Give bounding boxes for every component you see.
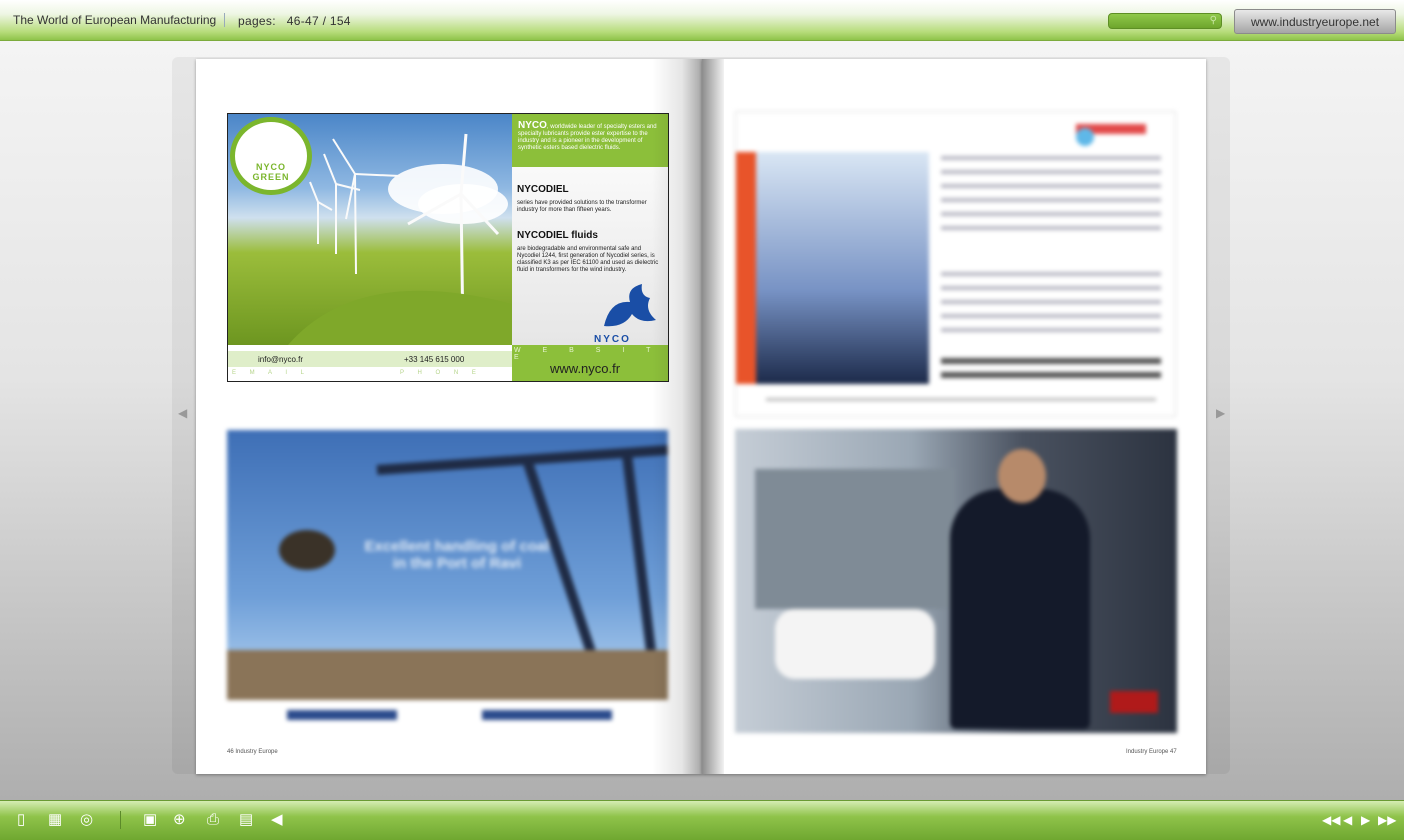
nyco-text-panel: NYCO, worldwide leader of specialty este… — [512, 114, 668, 345]
pages-label: pages: — [238, 14, 276, 28]
nyco-intro-box: NYCO, worldwide leader of specialty este… — [512, 114, 668, 167]
publication-title: The World of European Manufacturing — [13, 13, 217, 27]
bottom-toolbar: ▯ ▦ ◎ ▣ ⊕ ⎙ ▤ ◀ ◀◀ ◀ ▶ ▶▶ — [0, 800, 1404, 840]
crane-illustration — [227, 445, 668, 702]
search-icon[interactable]: ⚲ — [1210, 15, 1217, 26]
toolbar-divider — [120, 811, 121, 829]
last-page-icon[interactable]: ▶▶ — [1378, 811, 1396, 829]
left-spine-shadow — [652, 59, 702, 774]
nycodiel-fluids-text: are biodegradable and environmental safe… — [517, 246, 659, 273]
nyco-website-strip: W E B S I T E www.nyco.fr — [512, 345, 668, 381]
nyco-brand-text: NYCO — [594, 334, 631, 345]
previous-page-icon[interactable]: ◀ — [1343, 811, 1352, 829]
phone-label: P H O N E — [400, 370, 482, 376]
nycodiel-heading: NYCODIEL — [517, 184, 569, 195]
sound-icon[interactable]: ◀ — [271, 811, 283, 829]
website-label: W E B S I T E — [514, 347, 661, 361]
title-divider — [224, 13, 225, 27]
intro-brand: NYCO — [518, 120, 547, 131]
crane-advertisement[interactable]: Excellent handling of coal in the Port o… — [227, 430, 668, 733]
page-indicator: pages: 46-47 / 154 — [238, 14, 351, 28]
logo-text-nyco: NYCO — [255, 162, 286, 172]
top-bar: The World of European Manufacturing page… — [0, 0, 1404, 41]
previous-page-arrow-icon[interactable]: ◀ — [178, 406, 187, 420]
website-button[interactable]: www.industryeurope.net — [1234, 9, 1396, 34]
wind-farm-photo: NYCO GREEN — [228, 114, 512, 345]
pages-value: 46-47 / 154 — [286, 14, 351, 28]
nyco-contact-strip: info@nyco.fr +33 145 615 000 E M A I L P… — [228, 345, 512, 381]
email-label: E M A I L — [232, 370, 311, 376]
zoom-icon[interactable]: ⊕ — [173, 811, 186, 829]
next-page-icon[interactable]: ▶ — [1361, 811, 1370, 829]
logo-text-green: GREEN — [252, 172, 290, 182]
crane-ad-footer — [227, 700, 668, 733]
right-folio: Industry Europe 47 — [1126, 749, 1177, 755]
save-icon[interactable]: ▤ — [239, 811, 253, 829]
nycodiel-text: series have provided solutions to the tr… — [517, 200, 647, 213]
nyco-phone: +33 145 615 000 — [404, 355, 465, 364]
right-spine-shadow — [702, 59, 724, 774]
industrial-cleaning-advertisement[interactable] — [735, 111, 1176, 417]
security-worker-advertisement[interactable] — [735, 429, 1177, 733]
nyco-green-logo: NYCO GREEN — [230, 117, 312, 195]
crane-ad-slogan: Excellent handling of coal in the Port o… — [364, 538, 550, 572]
print-icon[interactable]: ⎙ — [207, 811, 219, 829]
single-page-icon[interactable]: ▯ — [17, 811, 25, 829]
nyco-website: www.nyco.fr — [550, 361, 621, 376]
right-page[interactable]: Industry Europe 47 — [702, 59, 1206, 774]
search-input[interactable]: ⚲ — [1108, 13, 1222, 29]
nycodiel-fluids-heading: NYCODIEL fluids — [517, 230, 598, 241]
left-folio: 46 Industry Europe — [227, 749, 278, 755]
fullscreen-icon[interactable]: ▣ — [143, 811, 157, 829]
share-icon[interactable]: ◎ — [80, 811, 93, 829]
first-page-icon[interactable]: ◀◀ — [1322, 811, 1340, 829]
nyco-advertisement[interactable]: NYCO GREEN NYCO, worldwide leader of spe… — [227, 113, 669, 382]
left-page[interactable]: NYCO GREEN NYCO, worldwide leader of spe… — [196, 59, 702, 774]
next-page-arrow-icon[interactable]: ▶ — [1216, 406, 1225, 420]
thumbnails-icon[interactable]: ▦ — [48, 811, 62, 829]
nyco-email: info@nyco.fr — [258, 355, 304, 364]
